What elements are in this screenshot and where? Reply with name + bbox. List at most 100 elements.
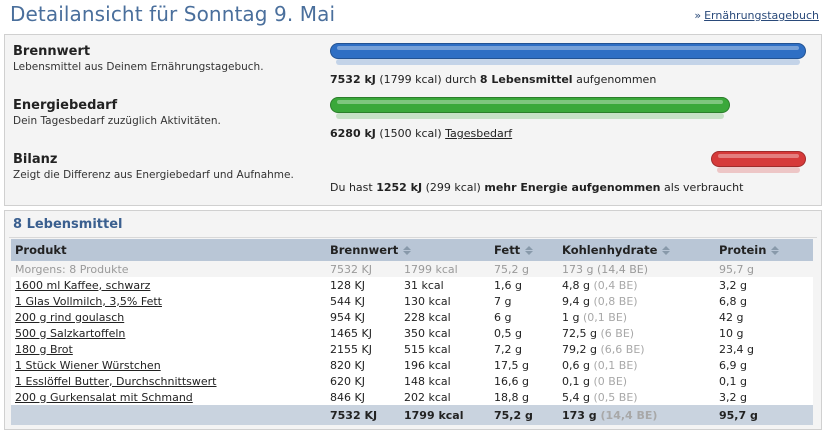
total-label xyxy=(11,405,326,425)
food-item-link[interactable]: 1 Glas Vollmilch, 3,5% Fett xyxy=(15,295,162,308)
bilanz-section: Bilanz Zeigt die Differenz aus Energiebe… xyxy=(13,152,294,181)
food-name-cell: 1 Esslöffel Butter, Durchschnittswert xyxy=(11,373,326,389)
kcal-cell: 130 kcal xyxy=(400,293,490,309)
page-title: Detailansicht für Sonntag 9. Mai xyxy=(10,2,336,26)
brennwert-kcal: (1799 kcal) xyxy=(379,73,442,86)
energiebedarf-kcal: (1500 kcal) xyxy=(379,127,442,140)
protein-cell: 42 g xyxy=(715,309,813,325)
kcal-cell: 515 kcal xyxy=(400,341,490,357)
table-row: 1 Glas Vollmilch, 3,5% Fett 544 KJ 130 kca… xyxy=(11,293,813,309)
group-carbs: 173 g (14,4 BE) xyxy=(558,261,715,277)
energiebedarf-section: Energiebedarf Dein Tagesbedarf zuzüglich… xyxy=(13,98,221,127)
food-item-link[interactable]: 180 g Brot xyxy=(15,343,73,356)
brennwert-subtitle: Lebensmittel aus Deinem Ernährungstagebu… xyxy=(13,61,264,73)
carbs-cell: 79,2 g (6,6 BE) xyxy=(558,341,715,357)
total-kcal: 1799 kcal xyxy=(400,405,490,425)
carbs-cell: 5,4 g (0,5 BE) xyxy=(558,389,715,405)
kj-cell: 620 KJ xyxy=(326,373,400,389)
sort-icon xyxy=(524,245,534,256)
bilanz-suffix: als verbraucht xyxy=(664,181,744,194)
kcal-cell: 148 kcal xyxy=(400,373,490,389)
column-header-protein[interactable]: Protein xyxy=(715,239,813,261)
table-row: 200 g rind goulasch 954 KJ 228 kcal 6 g1 g … xyxy=(11,309,813,325)
kcal-cell: 350 kcal xyxy=(400,325,490,341)
bilanz-text: Du hast 1252 kJ (299 kcal) mehr Energie … xyxy=(330,181,743,194)
kcal-cell: 196 kcal xyxy=(400,357,490,373)
energiebedarf-title: Energiebedarf xyxy=(13,98,118,113)
column-header-fat[interactable]: Fett xyxy=(490,239,558,261)
protein-cell: 10 g xyxy=(715,325,813,341)
group-name: Morgens: 8 Produkte xyxy=(11,261,326,277)
kj-cell: 128 KJ xyxy=(326,277,400,293)
fat-cell: 7,2 g xyxy=(490,341,558,357)
total-carbs: 173 g (14,4 BE) xyxy=(558,405,715,425)
total-kj: 7532 KJ xyxy=(326,405,400,425)
food-item-link[interactable]: 200 g rind goulasch xyxy=(15,311,124,324)
brennwert-mid: durch xyxy=(445,73,477,86)
food-item-link[interactable]: 500 g Salzkartoffeln xyxy=(15,327,125,340)
column-header-product[interactable]: Produkt xyxy=(11,239,326,261)
tagesbedarf-link[interactable]: Tagesbedarf xyxy=(445,127,512,140)
protein-cell: 0,1 g xyxy=(715,373,813,389)
protein-cell: 23,4 g xyxy=(715,341,813,357)
carbs-cell: 4,8 g (0,4 BE) xyxy=(558,277,715,293)
fat-cell: 1,6 g xyxy=(490,277,558,293)
column-header-carbs[interactable]: Kohlenhydrate xyxy=(558,239,715,261)
food-item-link[interactable]: 1 Stück Wiener Würstchen xyxy=(15,359,161,372)
energiebedarf-subtitle: Dein Tagesbedarf zuzüglich Aktivitäten. xyxy=(13,115,221,127)
kj-cell: 544 KJ xyxy=(326,293,400,309)
food-table: Produkt Brennwert Fett Kohlenhydrate Pro… xyxy=(11,239,813,425)
fat-cell: 16,6 g xyxy=(490,373,558,389)
fat-cell: 6 g xyxy=(490,309,558,325)
brennwert-count: 8 Lebensmittel xyxy=(479,73,573,86)
bilanz-kj: 1252 kJ xyxy=(376,181,423,194)
table-row: 1600 ml Kaffee, schwarz 128 KJ 31 kcal 1,6 … xyxy=(11,277,813,293)
kj-cell: 846 KJ xyxy=(326,389,400,405)
food-item-link[interactable]: 200 g Gurkensalat mit Schmand xyxy=(15,391,193,404)
table-row: 1 Stück Wiener Würstchen 820 KJ 196 kcal 17… xyxy=(11,357,813,373)
table-row: 200 g Gurkensalat mit Schmand 846 KJ 202 k… xyxy=(11,389,813,405)
double-chevron-icon: » xyxy=(694,9,702,22)
divider xyxy=(9,237,817,238)
kcal-cell: 31 kcal xyxy=(400,277,490,293)
bilanz-subtitle: Zeigt die Differenz aus Energiebedarf un… xyxy=(13,169,294,181)
food-item-link[interactable]: 1 Esslöffel Butter, Durchschnittswert xyxy=(15,375,217,388)
food-name-cell: 200 g rind goulasch xyxy=(11,309,326,325)
total-fat: 75,2 g xyxy=(490,405,558,425)
food-name-cell: 1600 ml Kaffee, schwarz xyxy=(11,277,326,293)
column-header-energy[interactable]: Brennwert xyxy=(326,239,490,261)
sort-icon xyxy=(770,245,780,256)
food-name-cell: 1 Stück Wiener Würstchen xyxy=(11,357,326,373)
kj-cell: 1465 KJ xyxy=(326,325,400,341)
food-count-header: 8 Lebensmittel xyxy=(13,217,123,232)
kj-cell: 820 KJ xyxy=(326,357,400,373)
energiebedarf-bar-reflection xyxy=(336,113,724,119)
brennwert-title: Brennwert xyxy=(13,44,91,59)
kcal-cell: 228 kcal xyxy=(400,309,490,325)
brennwert-bar-track xyxy=(330,43,806,65)
group-kcal: 1799 kcal xyxy=(400,261,490,277)
sort-icon xyxy=(661,245,671,256)
brennwert-kj: 7532 kJ xyxy=(330,73,376,86)
protein-cell: 3,2 g xyxy=(715,389,813,405)
protein-cell: 3,2 g xyxy=(715,277,813,293)
energiebedarf-bar xyxy=(330,97,730,113)
brennwert-suffix: aufgenommen xyxy=(576,73,657,86)
food-list-panel: 8 Lebensmittel Produkt Brennwert Fett Ko… xyxy=(4,210,822,430)
table-row: 1 Esslöffel Butter, Durchschnittswert 620… xyxy=(11,373,813,389)
group-kj: 7532 KJ xyxy=(326,261,400,277)
total-row: 7532 KJ 1799 kcal 75,2 g 173 g (14,4 BE)… xyxy=(11,405,813,425)
brennwert-bar-reflection xyxy=(336,59,800,65)
kcal-cell: 202 kcal xyxy=(400,389,490,405)
brennwert-bar xyxy=(330,43,806,59)
carbs-cell: 9,4 g (0,8 BE) xyxy=(558,293,715,309)
food-name-cell: 180 g Brot xyxy=(11,341,326,357)
diary-link[interactable]: Ernährungstagebuch xyxy=(704,9,819,22)
bilanz-bar-track xyxy=(330,151,806,173)
group-protein: 95,7 g xyxy=(715,261,813,277)
food-item-link[interactable]: 1600 ml Kaffee, schwarz xyxy=(15,279,150,292)
energy-summary-panel: Brennwert Lebensmittel aus Deinem Ernähr… xyxy=(4,34,822,206)
food-name-cell: 200 g Gurkensalat mit Schmand xyxy=(11,389,326,405)
sort-icon xyxy=(402,245,412,256)
food-name-cell: 500 g Salzkartoffeln xyxy=(11,325,326,341)
